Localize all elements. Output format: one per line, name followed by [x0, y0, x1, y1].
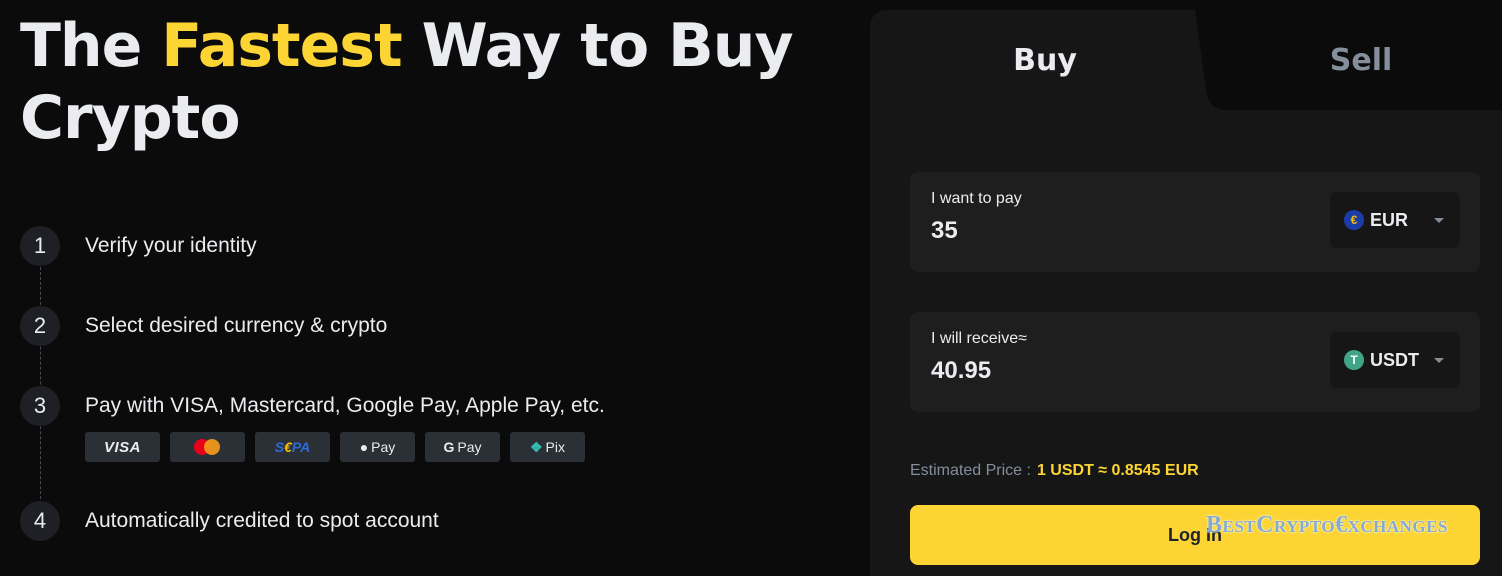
estimated-price: Estimated Price : 1 USDT ≈ 0.8545 EUR	[910, 462, 1199, 480]
eur-coin-icon: €	[1344, 210, 1364, 230]
pix-badge: ❖ Pix	[510, 432, 585, 462]
pay-currency-code: EUR	[1370, 209, 1409, 230]
apple-pay-badge: ● Pay	[340, 432, 415, 462]
sepa-label: S€PA	[274, 439, 311, 455]
sepa-badge: S€PA	[255, 432, 330, 462]
chevron-down-icon	[1434, 358, 1444, 363]
step-number: 4	[20, 501, 60, 541]
pix-label: Pix	[545, 439, 565, 455]
receive-field: I will receive≈ T USDT	[910, 312, 1480, 412]
tab-buy[interactable]: Buy	[870, 10, 1220, 110]
mastercard-icon	[193, 439, 222, 455]
hero-title-start: The	[20, 11, 162, 81]
tab-sell[interactable]: Sell	[1220, 10, 1502, 110]
receive-amount-input[interactable]	[931, 356, 1291, 386]
pay-currency-select[interactable]: € EUR	[1330, 192, 1460, 248]
hero-title: The Fastest Way to Buy Crypto	[20, 10, 840, 154]
receive-currency-code: USDT	[1370, 349, 1419, 370]
step-text: Automatically credited to spot account	[85, 509, 439, 532]
pix-icon: ❖	[529, 438, 543, 455]
receive-currency-select[interactable]: T USDT	[1330, 332, 1460, 388]
mastercard-badge	[170, 432, 245, 462]
pay-label: I want to pay	[931, 190, 1022, 207]
step-text: Verify your identity	[85, 234, 257, 257]
google-pay-badge: G Pay	[425, 432, 500, 462]
visa-badge: VISA	[85, 432, 160, 462]
google-icon: G	[443, 439, 455, 455]
step-text: Select desired currency & crypto	[85, 314, 388, 337]
google-pay-label: Pay	[457, 439, 482, 455]
pay-field: I want to pay € EUR	[910, 172, 1480, 272]
buy-sell-panel: Buy Sell I want to pay € EUR I will rece…	[870, 10, 1502, 576]
receive-label: I will receive≈	[931, 330, 1027, 347]
apple-pay-label: Pay	[371, 439, 396, 455]
estimated-price-label: Estimated Price :	[910, 462, 1031, 479]
chevron-down-icon	[1434, 218, 1444, 223]
estimated-price-value: 1 USDT ≈ 0.8545 EUR	[1036, 462, 1199, 479]
step-text: Pay with VISA, Mastercard, Google Pay, A…	[85, 394, 605, 417]
payment-methods: VISA S€PA ● Pay G Pay ❖ Pix	[85, 432, 585, 462]
pay-amount-input[interactable]	[931, 216, 1291, 246]
step-number: 3	[20, 386, 60, 426]
watermark: BestCrypto€xchanges	[1206, 512, 1448, 538]
hero-title-accent: Fastest	[161, 11, 402, 81]
usdt-coin-icon: T	[1344, 350, 1364, 370]
apple-icon: ●	[359, 439, 369, 455]
tab-sell-label: Sell	[1329, 42, 1393, 78]
step-number: 2	[20, 306, 60, 346]
step-number: 1	[20, 226, 60, 266]
visa-label: VISA	[103, 438, 141, 456]
